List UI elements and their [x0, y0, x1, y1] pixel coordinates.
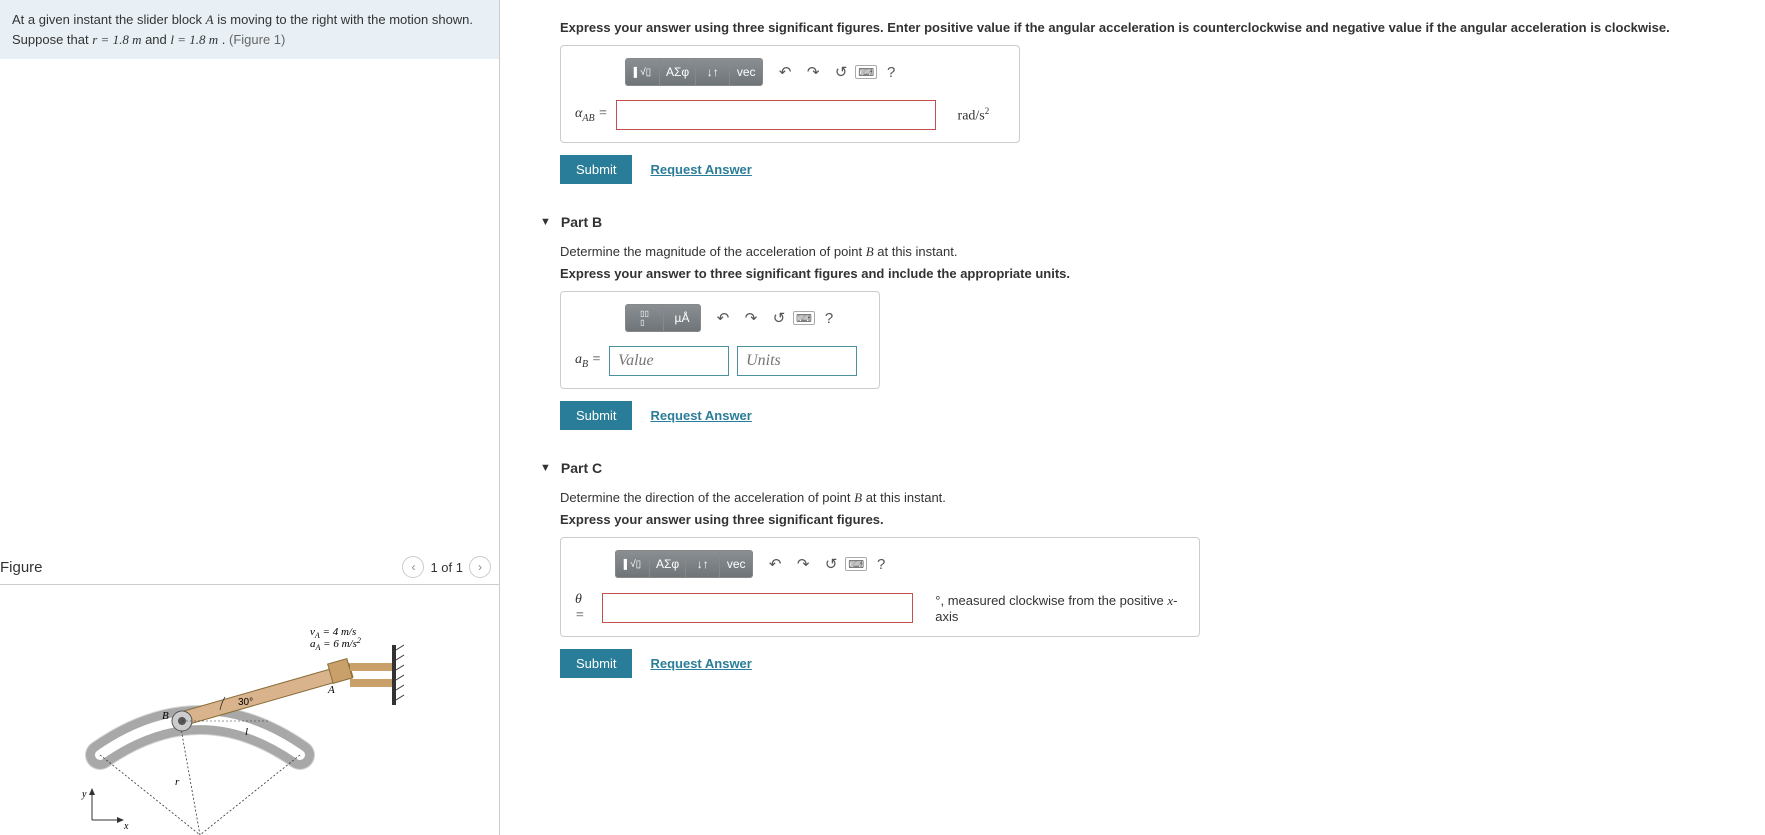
keyboard-button[interactable]: ⌨: [793, 311, 815, 325]
svg-text:r: r: [175, 776, 180, 788]
part-c-suffix: °, measured clockwise from the positive …: [935, 593, 1185, 624]
figure-link[interactable]: (Figure 1): [229, 32, 285, 47]
part-c-answer-box: ▌√▯ ΑΣφ ↓↑ vec ↶ ↷ ↺ ⌨ ? θ = °, measured…: [560, 537, 1200, 637]
undo-button[interactable]: ↶: [709, 304, 737, 332]
keyboard-button[interactable]: ⌨: [855, 65, 877, 79]
part-c-input[interactable]: [602, 593, 914, 623]
part-c-title: Part C: [561, 460, 602, 476]
figure-page-indicator: 1 of 1: [430, 560, 463, 575]
undo-button[interactable]: ↶: [761, 550, 789, 578]
part-b-answer-box: ▯▯▯ µÅ ↶ ↷ ↺ ⌨ ? aB =: [560, 291, 880, 389]
part-c-prompt: Determine the direction of the accelerat…: [560, 490, 1745, 506]
reset-button[interactable]: ↺: [817, 550, 845, 578]
part-a-variable: αAB =: [575, 106, 608, 124]
undo-button[interactable]: ↶: [771, 58, 799, 86]
part-a-input[interactable]: [616, 100, 936, 130]
part-a-answer-box: ▌√▯ ΑΣφ ↓↑ vec ↶ ↷ ↺ ⌨ ? αAB = rad/s2: [560, 45, 1020, 143]
part-b-value-input[interactable]: [609, 346, 729, 376]
redo-button[interactable]: ↷: [799, 58, 827, 86]
units-button[interactable]: µÅ: [663, 304, 701, 332]
part-c-instruction: Express your answer using three signific…: [560, 512, 1745, 527]
figure-title: Figure: [0, 559, 43, 576]
reset-button[interactable]: ↺: [827, 58, 855, 86]
greek-button[interactable]: ΑΣφ: [659, 58, 695, 86]
part-b-toggle[interactable]: ▼: [540, 216, 551, 228]
part-b-variable: aB =: [575, 352, 601, 370]
greek-button[interactable]: ΑΣφ: [649, 550, 685, 578]
part-b-prompt: Determine the magnitude of the accelerat…: [560, 244, 1745, 260]
subscript-button[interactable]: ↓↑: [685, 550, 719, 578]
svg-text:A: A: [327, 684, 335, 696]
template-button[interactable]: ▯▯▯: [625, 304, 663, 332]
part-b-instruction: Express your answer to three significant…: [560, 266, 1745, 281]
redo-button[interactable]: ↷: [789, 550, 817, 578]
help-button[interactable]: ?: [877, 58, 905, 86]
part-c-submit-button[interactable]: Submit: [560, 649, 632, 678]
part-b-units-input[interactable]: [737, 346, 857, 376]
help-button[interactable]: ?: [815, 304, 843, 332]
part-b-submit-button[interactable]: Submit: [560, 401, 632, 430]
svg-text:y: y: [81, 789, 87, 800]
svg-text:30°: 30°: [238, 697, 253, 708]
reset-button[interactable]: ↺: [765, 304, 793, 332]
vector-button[interactable]: vec: [729, 58, 763, 86]
figure-next-button[interactable]: ›: [469, 556, 491, 578]
svg-text:l: l: [245, 726, 248, 738]
part-a-units: rad/s2: [958, 106, 990, 125]
help-button[interactable]: ?: [867, 550, 895, 578]
subscript-button[interactable]: ↓↑: [695, 58, 729, 86]
part-c-request-answer-link[interactable]: Request Answer: [650, 656, 751, 671]
problem-statement: At a given instant the slider block A is…: [0, 0, 499, 59]
part-c-toggle[interactable]: ▼: [540, 462, 551, 474]
part-a-submit-button[interactable]: Submit: [560, 155, 632, 184]
svg-text:B: B: [162, 710, 169, 722]
svg-text:x: x: [123, 821, 129, 832]
part-a-request-answer-link[interactable]: Request Answer: [650, 162, 751, 177]
figure-diagram: vA = 4 m/s aA = 6 m/s2 30° A B l r x y: [70, 605, 430, 835]
part-b-request-answer-link[interactable]: Request Answer: [650, 408, 751, 423]
part-a-instruction: Express your answer using three signific…: [560, 20, 1745, 35]
part-b-title: Part B: [561, 214, 602, 230]
template-button[interactable]: ▌√▯: [625, 58, 659, 86]
vector-button[interactable]: vec: [719, 550, 753, 578]
keyboard-button[interactable]: ⌨: [845, 557, 867, 571]
redo-button[interactable]: ↷: [737, 304, 765, 332]
template-button[interactable]: ▌√▯: [615, 550, 649, 578]
figure-prev-button[interactable]: ‹: [402, 556, 424, 578]
part-c-variable: θ =: [575, 592, 594, 624]
